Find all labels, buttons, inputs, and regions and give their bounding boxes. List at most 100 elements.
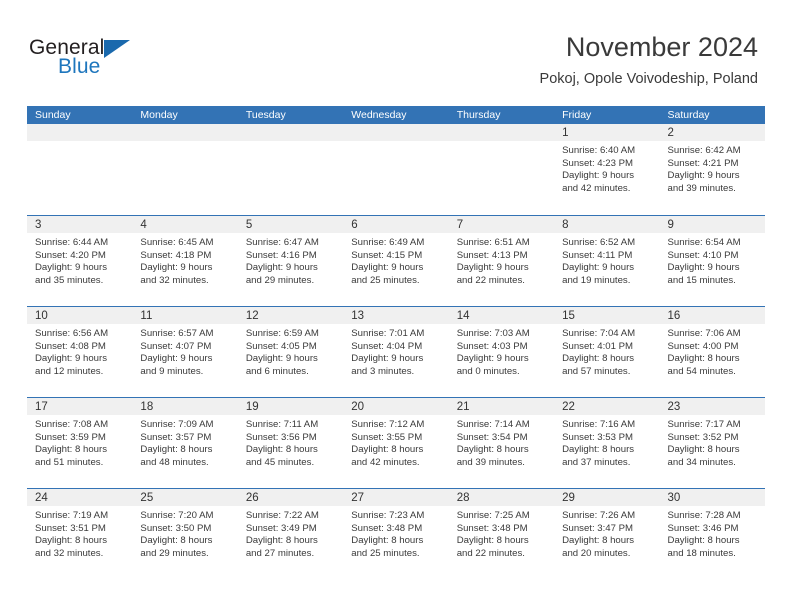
day-cell[interactable]: 10 Sunrise: 6:56 AM Sunset: 4:08 PM Dayligh… xyxy=(27,307,133,397)
sunrise-text: Sunrise: 7:17 AM xyxy=(667,419,741,430)
day-cell[interactable]: 26 Sunrise: 7:22 AM Sunset: 3:49 PM Dayligh… xyxy=(237,489,344,579)
sunrise-text: Sunrise: 7:01 AM xyxy=(351,328,425,339)
sunrise-text: Sunrise: 6:56 AM xyxy=(35,328,109,339)
daylight-text-line2: and 51 minutes. xyxy=(35,456,104,468)
day-cell[interactable]: 24 Sunrise: 7:19 AM Sunset: 3:51 PM Dayligh… xyxy=(27,489,133,579)
sunrise-text: Sunrise: 7:20 AM xyxy=(140,510,214,521)
day-number: 26 xyxy=(245,492,259,504)
day-number: 11 xyxy=(140,310,153,322)
sunrise-text: Sunrise: 7:22 AM xyxy=(245,510,319,521)
daylight-text-line1: Daylight: 8 hours xyxy=(562,444,635,456)
day-sun-info: Sunrise: 7:25 AM Sunset: 3:48 PM Daylight:… xyxy=(449,506,554,560)
day-cell[interactable]: 23 Sunrise: 7:17 AM Sunset: 3:52 PM Dayligh… xyxy=(659,398,765,488)
day-cell[interactable]: 6 Sunrise: 6:49 AM Sunset: 4:15 PM Daylight… xyxy=(343,216,449,306)
sunrise-text: Sunrise: 6:47 AM xyxy=(245,237,319,248)
weekday-header-saturday: Saturday xyxy=(667,109,710,121)
sunset-text: Sunset: 4:23 PM xyxy=(562,157,634,169)
daylight-text-line1: Daylight: 9 hours xyxy=(245,262,318,274)
day-number: 6 xyxy=(351,219,358,231)
daylight-text-line1: Daylight: 9 hours xyxy=(35,262,107,274)
day-cell[interactable]: 8 Sunrise: 6:52 AM Sunset: 4:11 PM Daylight… xyxy=(554,216,660,306)
day-cell[interactable]: 21 Sunrise: 7:14 AM Sunset: 3:54 PM Dayligh… xyxy=(448,398,555,488)
day-cell[interactable]: 18 Sunrise: 7:09 AM Sunset: 3:57 PM Dayligh… xyxy=(132,398,238,488)
day-number-band: 2 xyxy=(659,124,765,141)
day-cell[interactable]: 7 Sunrise: 6:51 AM Sunset: 4:13 PM Daylight… xyxy=(448,216,555,306)
daylight-text-line1: Daylight: 8 hours xyxy=(140,444,213,456)
day-cell[interactable]: 25 Sunrise: 7:20 AM Sunset: 3:50 PM Dayligh… xyxy=(132,489,238,579)
daylight-text-line1: Daylight: 8 hours xyxy=(456,535,529,547)
calendar-week-row: 24 Sunrise: 7:19 AM Sunset: 3:51 PM Dayligh… xyxy=(27,488,765,579)
daylight-text-line1: Daylight: 9 hours xyxy=(35,353,107,365)
day-number-band xyxy=(132,124,238,141)
day-cell[interactable]: 19 Sunrise: 7:11 AM Sunset: 3:56 PM Dayligh… xyxy=(237,398,344,488)
day-number-band: 11 xyxy=(132,307,238,324)
day-cell[interactable]: 28 Sunrise: 7:25 AM Sunset: 3:48 PM Dayligh… xyxy=(448,489,555,579)
daylight-text-line2: and 25 minutes. xyxy=(351,547,420,559)
sunset-text: Sunset: 3:52 PM xyxy=(667,431,739,443)
sunset-text: Sunset: 3:53 PM xyxy=(562,431,634,443)
day-cell[interactable]: 9 Sunrise: 6:54 AM Sunset: 4:10 PM Daylight… xyxy=(659,216,765,306)
day-number-band: 8 xyxy=(554,216,660,233)
day-cell[interactable]: 5 Sunrise: 6:47 AM Sunset: 4:16 PM Daylight… xyxy=(237,216,344,306)
day-cell[interactable]: 4 Sunrise: 6:45 AM Sunset: 4:18 PM Daylight… xyxy=(132,216,238,306)
day-cell[interactable]: 16 Sunrise: 7:06 AM Sunset: 4:00 PM Dayligh… xyxy=(659,307,765,397)
day-cell[interactable]: 3 Sunrise: 6:44 AM Sunset: 4:20 PM Daylight… xyxy=(27,216,133,306)
day-cell[interactable]: 22 Sunrise: 7:16 AM Sunset: 3:53 PM Dayligh… xyxy=(554,398,660,488)
daylight-text-line1: Daylight: 8 hours xyxy=(245,535,318,547)
day-number-band: 30 xyxy=(659,489,765,506)
sunrise-text: Sunrise: 7:16 AM xyxy=(562,419,636,430)
sunrise-text: Sunrise: 6:59 AM xyxy=(245,328,319,339)
sunset-text: Sunset: 4:03 PM xyxy=(456,340,528,352)
day-cell[interactable]: 30 Sunrise: 7:28 AM Sunset: 3:46 PM Dayligh… xyxy=(659,489,765,579)
day-sun-info: Sunrise: 7:03 AM Sunset: 4:03 PM Daylight:… xyxy=(449,324,554,378)
day-number-band xyxy=(237,124,344,141)
daylight-text-line1: Daylight: 9 hours xyxy=(562,262,635,274)
day-cell[interactable]: 11 Sunrise: 6:57 AM Sunset: 4:07 PM Dayligh… xyxy=(132,307,238,397)
calendar-grid: Sunday Monday Tuesday Wednesday Thursday Frid… xyxy=(27,106,765,579)
daylight-text-line2: and 42 minutes. xyxy=(351,456,420,468)
day-sun-info: Sunrise: 7:14 AM Sunset: 3:54 PM Daylight:… xyxy=(449,415,554,469)
sunrise-text: Sunrise: 6:57 AM xyxy=(140,328,214,339)
day-number: 29 xyxy=(562,492,575,504)
daylight-text-line2: and 12 minutes. xyxy=(35,365,104,377)
day-cell[interactable]: 14 Sunrise: 7:03 AM Sunset: 4:03 PM Dayligh… xyxy=(448,307,555,397)
daylight-text-line1: Daylight: 8 hours xyxy=(35,535,107,547)
day-sun-info: Sunrise: 7:06 AM Sunset: 4:00 PM Daylight:… xyxy=(660,324,765,378)
day-cell[interactable]: 2 Sunrise: 6:42 AM Sunset: 4:21 PM Daylight… xyxy=(659,124,765,215)
day-cell-empty xyxy=(132,124,238,215)
day-number: 8 xyxy=(562,219,569,231)
daylight-text-line1: Daylight: 9 hours xyxy=(562,170,635,182)
day-cell[interactable]: 1 Sunrise: 6:40 AM Sunset: 4:23 PM Daylight… xyxy=(554,124,660,215)
day-cell[interactable]: 20 Sunrise: 7:12 AM Sunset: 3:55 PM Dayligh… xyxy=(343,398,449,488)
daylight-text-line1: Daylight: 8 hours xyxy=(562,535,635,547)
day-cell[interactable]: 29 Sunrise: 7:26 AM Sunset: 3:47 PM Dayligh… xyxy=(554,489,660,579)
weekday-header-friday: Friday xyxy=(562,109,592,121)
day-cell[interactable]: 17 Sunrise: 7:08 AM Sunset: 3:59 PM Dayligh… xyxy=(27,398,133,488)
day-sun-info: Sunrise: 6:56 AM Sunset: 4:08 PM Daylight:… xyxy=(27,324,132,378)
day-number: 22 xyxy=(562,401,575,413)
day-cell-empty xyxy=(448,124,555,215)
day-cell[interactable]: 12 Sunrise: 6:59 AM Sunset: 4:05 PM Dayligh… xyxy=(237,307,344,397)
day-number: 13 xyxy=(351,310,365,322)
day-number-band: 25 xyxy=(132,489,238,506)
weekday-header-thursday: Thursday xyxy=(456,109,501,121)
day-cell-empty xyxy=(237,124,344,215)
daylight-text-line2: and 9 minutes. xyxy=(140,365,204,377)
weekday-header-monday: Monday xyxy=(140,109,178,121)
day-cell[interactable]: 27 Sunrise: 7:23 AM Sunset: 3:48 PM Dayligh… xyxy=(343,489,449,579)
day-number-band: 29 xyxy=(554,489,660,506)
sunset-text: Sunset: 4:10 PM xyxy=(667,249,739,261)
day-sun-info: Sunrise: 7:19 AM Sunset: 3:51 PM Daylight:… xyxy=(27,506,132,560)
sunset-text: Sunset: 4:21 PM xyxy=(667,157,739,169)
day-cell[interactable]: 13 Sunrise: 7:01 AM Sunset: 4:04 PM Dayligh… xyxy=(343,307,449,397)
title-block: November 2024 Pokoj, Opole Voivodeship, … xyxy=(540,30,758,89)
sunset-text: Sunset: 3:50 PM xyxy=(140,522,212,534)
day-cell[interactable]: 15 Sunrise: 7:04 AM Sunset: 4:01 PM Dayligh… xyxy=(554,307,660,397)
day-sun-info: Sunrise: 6:45 AM Sunset: 4:18 PM Daylight:… xyxy=(132,233,237,287)
daylight-text-line2: and 19 minutes. xyxy=(562,274,631,286)
day-number-band: 12 xyxy=(237,307,344,324)
daylight-text-line2: and 22 minutes. xyxy=(456,547,525,559)
daylight-text-line1: Daylight: 8 hours xyxy=(667,535,740,547)
daylight-text-line2: and 45 minutes. xyxy=(245,456,315,468)
sunset-text: Sunset: 3:49 PM xyxy=(245,522,317,534)
